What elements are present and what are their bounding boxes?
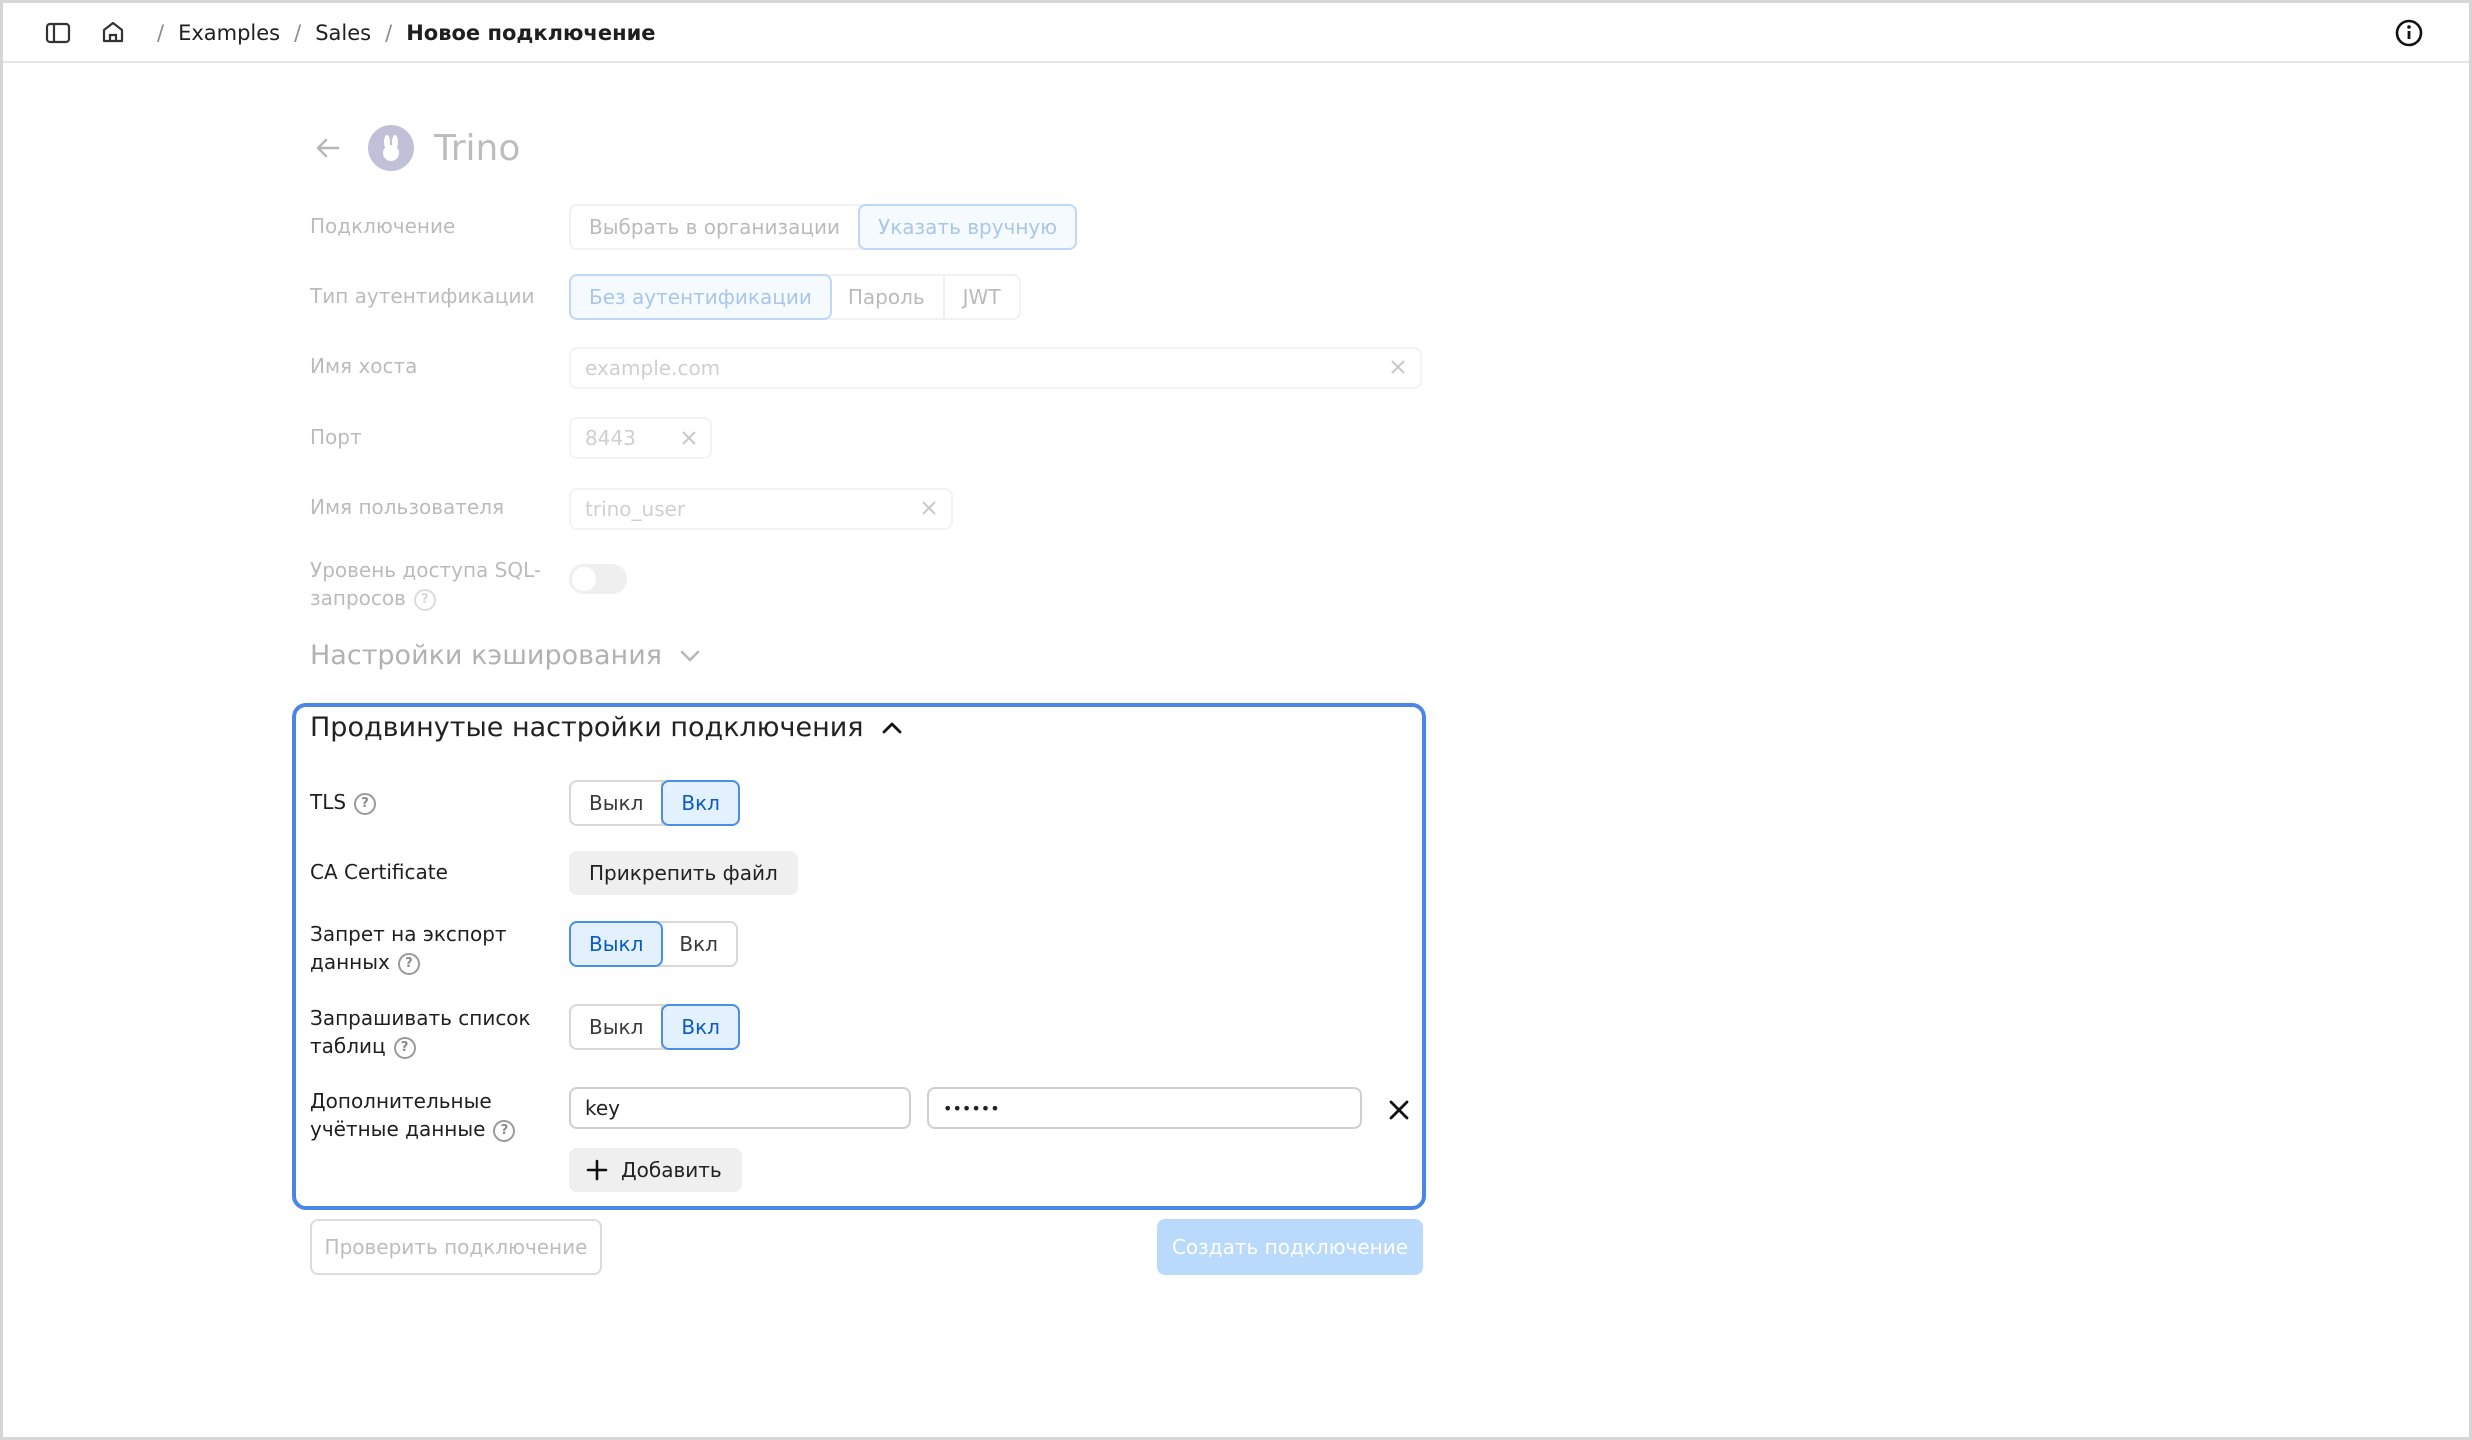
connection-mode-segmented: Выбрать в организации Указать вручную	[569, 204, 1078, 250]
caching-section-title: Настройки кэширования	[310, 640, 663, 671]
host-label: Имя хоста	[310, 354, 418, 378]
port-label: Порт	[310, 425, 362, 449]
username-input[interactable]: trino_user	[569, 488, 953, 530]
sql-access-label-line1: Уровень доступа SQL-	[310, 558, 542, 582]
table-list-option-on[interactable]: Вкл	[661, 1004, 740, 1050]
page-title: Trino	[434, 127, 521, 169]
extra-credentials-label-line1: Дополнительные	[310, 1089, 492, 1113]
page-header: Trino	[310, 120, 520, 176]
auth-option-password[interactable]: Пароль	[830, 276, 945, 318]
info-icon[interactable]	[2393, 17, 2425, 49]
connection-option-manual[interactable]: Указать вручную	[858, 204, 1078, 250]
breadcrumb: / Examples / Sales / Новое подключение	[143, 3, 656, 63]
auth-type-segmented: Без аутентификации Пароль JWT	[569, 274, 1021, 320]
host-input[interactable]: example.com	[569, 347, 1422, 389]
sidebar-toggle-icon[interactable]	[43, 19, 73, 47]
clear-host-icon[interactable]	[1388, 357, 1408, 377]
ca-certificate-label: CA Certificate	[310, 860, 448, 884]
credential-key-input[interactable]: key	[569, 1087, 911, 1129]
chevron-up-icon	[882, 722, 901, 733]
breadcrumb-separator: /	[385, 21, 393, 45]
export-ban-label-line1: Запрет на экспорт	[310, 922, 507, 946]
breadcrumb-separator: /	[294, 21, 302, 45]
check-connection-button[interactable]: Проверить подключение	[310, 1219, 602, 1275]
table-list-option-off[interactable]: Выкл	[571, 1006, 664, 1048]
trino-logo	[368, 125, 414, 171]
help-icon[interactable]: ?	[397, 952, 420, 975]
add-credential-button[interactable]: Добавить	[569, 1148, 742, 1192]
help-icon[interactable]: ?	[393, 1036, 416, 1059]
help-icon[interactable]: ?	[354, 792, 377, 815]
remove-credential-icon[interactable]	[1386, 1097, 1412, 1123]
chevron-down-icon	[680, 650, 700, 661]
advanced-section-title: Продвинутые настройки подключения	[310, 712, 864, 743]
extra-credentials-label-line2: учётные данные	[310, 1117, 486, 1141]
breadcrumb-current: Новое подключение	[406, 21, 656, 45]
tls-label-row: TLS?	[310, 788, 377, 816]
connection-label: Подключение	[310, 214, 456, 238]
help-icon[interactable]: ?	[413, 588, 436, 611]
attach-file-button[interactable]: Прикрепить файл	[569, 851, 798, 895]
caching-section-header[interactable]: Настройки кэширования	[310, 640, 702, 671]
extra-credentials-label: Дополнительные учётные данные?	[310, 1087, 516, 1143]
credential-secret-input[interactable]: ••••••	[927, 1087, 1362, 1129]
breadcrumb-sales[interactable]: Sales	[315, 21, 371, 45]
auth-label: Тип аутентификации	[310, 284, 535, 308]
breadcrumb-separator: /	[157, 21, 165, 45]
export-ban-segmented: Выкл Вкл	[568, 921, 738, 967]
auth-option-jwt[interactable]: JWT	[945, 276, 1019, 318]
export-ban-label-line2: данных	[310, 950, 390, 974]
sql-access-toggle[interactable]	[569, 564, 627, 594]
connection-option-org[interactable]: Выбрать в организации	[571, 206, 861, 248]
add-credential-label: Добавить	[621, 1158, 722, 1182]
clear-port-icon[interactable]	[679, 428, 699, 448]
export-ban-option-off[interactable]: Выкл	[568, 921, 664, 967]
breadcrumb-examples[interactable]: Examples	[178, 21, 280, 45]
user-label: Имя пользователя	[310, 495, 505, 519]
auth-option-none[interactable]: Без аутентификации	[569, 274, 832, 320]
top-bar: / Examples / Sales / Новое подключение	[3, 3, 2469, 63]
advanced-section-header[interactable]: Продвинутые настройки подключения	[310, 712, 904, 743]
tls-option-on[interactable]: Вкл	[661, 780, 740, 826]
sql-access-label: Уровень доступа SQL- запросов?	[310, 556, 541, 612]
back-arrow-icon[interactable]	[310, 130, 346, 166]
sql-access-label-line2: запросов	[310, 586, 406, 610]
clear-username-icon[interactable]	[919, 498, 939, 518]
table-list-label-line2: таблиц	[310, 1034, 386, 1058]
create-connection-button[interactable]: Создать подключение	[1157, 1219, 1423, 1275]
tls-label: TLS	[310, 790, 347, 814]
home-icon[interactable]	[98, 17, 128, 47]
bunny-icon	[383, 135, 399, 161]
table-list-label: Запрашивать список таблиц?	[310, 1004, 531, 1060]
export-ban-label: Запрет на экспорт данных?	[310, 920, 507, 976]
table-list-label-line1: Запрашивать список	[310, 1006, 531, 1030]
table-list-segmented: Выкл Вкл	[569, 1004, 740, 1050]
tls-segmented: Выкл Вкл	[569, 780, 740, 826]
tls-option-off[interactable]: Выкл	[571, 782, 664, 824]
plus-icon	[586, 1159, 608, 1181]
help-icon[interactable]: ?	[493, 1119, 516, 1142]
export-ban-option-on[interactable]: Вкл	[661, 923, 736, 965]
